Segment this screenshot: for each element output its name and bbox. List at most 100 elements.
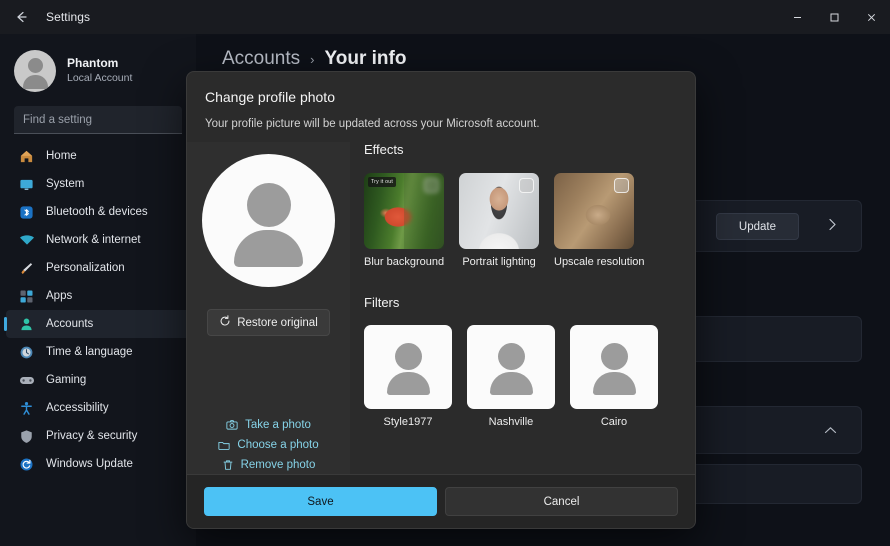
avatar <box>14 50 56 92</box>
settings-window: Settings Phantom Local Account Find a se… <box>0 0 890 546</box>
change-profile-photo-dialog: Change profile photo Your profile pictur… <box>186 71 696 529</box>
maximize-icon[interactable] <box>816 0 853 34</box>
sidebar-item-accounts[interactable]: Accounts <box>4 310 190 338</box>
dialog-footer: Save Cancel <box>187 474 695 528</box>
effect-label: Portrait lighting <box>462 256 536 268</box>
shield-icon <box>18 428 35 445</box>
sidebar-item-accessibility[interactable]: Accessibility <box>6 394 190 422</box>
sidebar-item-personalization[interactable]: Personalization <box>6 254 190 282</box>
effect-label: Upscale resolution <box>554 256 645 268</box>
breadcrumb: Accounts › Your info <box>196 34 890 70</box>
effect-card-blur-background[interactable]: Try it out Blur background <box>364 173 444 268</box>
folder-icon <box>218 439 230 451</box>
effect-checkbox[interactable] <box>519 178 534 193</box>
filter-preview <box>467 325 555 409</box>
breadcrumb-separator: › <box>310 52 315 67</box>
effect-checkbox[interactable] <box>424 178 439 193</box>
sidebar-item-label: Windows Update <box>46 458 133 470</box>
sidebar-item-time-language[interactable]: Time & language <box>6 338 190 366</box>
filter-label: Cairo <box>600 416 628 428</box>
close-icon[interactable] <box>853 0 890 34</box>
breadcrumb-parent[interactable]: Accounts <box>222 48 300 70</box>
filter-preview <box>570 325 658 409</box>
chevron-right-icon[interactable] <box>828 218 837 234</box>
sidebar-item-label: Accessibility <box>46 402 109 414</box>
sidebar-item-label: Network & internet <box>46 234 141 246</box>
effect-checkbox[interactable] <box>614 178 629 193</box>
restore-original-label: Restore original <box>237 316 318 329</box>
sidebar-item-label: Apps <box>46 290 73 302</box>
apps-icon <box>18 288 35 305</box>
save-button[interactable]: Save <box>204 487 437 516</box>
sidebar-nav: Home System Bluetooth & devices Network … <box>0 142 196 478</box>
filters-card-list: Style1977 Nashville Cairo <box>364 325 695 428</box>
title-bar: Settings <box>0 0 890 34</box>
photo-source-links: Take a photo Choose a photo Remove photo <box>187 419 350 474</box>
camera-icon <box>226 419 238 431</box>
effects-heading: Effects <box>364 142 404 157</box>
sidebar-item-label: Accounts <box>46 318 94 330</box>
sidebar-item-windows-update[interactable]: Windows Update <box>6 450 190 478</box>
back-icon[interactable] <box>4 0 38 34</box>
link-label: Take a photo <box>245 419 311 431</box>
cancel-button[interactable]: Cancel <box>445 487 678 516</box>
accessibility-icon <box>18 400 35 417</box>
sidebar-profile[interactable]: Phantom Local Account <box>0 40 196 104</box>
dialog-header: Change profile photo Your profile pictur… <box>187 72 695 130</box>
search-input[interactable] <box>14 106 182 134</box>
sidebar-item-label: Time & language <box>46 346 133 358</box>
choose-a-photo-link[interactable]: Choose a photo <box>218 439 319 451</box>
dialog-subtitle: Your profile picture will be updated acr… <box>205 118 540 130</box>
profile-photo-preview[interactable] <box>202 154 335 287</box>
sidebar: Phantom Local Account Home System <box>0 34 196 546</box>
profile-name: Phantom <box>67 55 119 70</box>
sidebar-item-home[interactable]: Home <box>6 142 190 170</box>
sidebar-item-gaming[interactable]: Gaming <box>6 366 190 394</box>
wifi-icon <box>18 232 35 249</box>
window-controls <box>779 0 890 34</box>
restore-icon <box>219 315 231 330</box>
take-a-photo-link[interactable]: Take a photo <box>226 419 311 431</box>
filter-preview <box>364 325 452 409</box>
profile-account-type: Local Account <box>67 72 133 85</box>
update-icon <box>18 456 35 473</box>
monitor-icon <box>18 176 35 193</box>
remove-photo-link[interactable]: Remove photo <box>222 459 316 471</box>
minimize-icon[interactable] <box>779 0 816 34</box>
brush-icon <box>18 260 35 277</box>
sidebar-item-label: Personalization <box>46 262 125 274</box>
person-icon <box>18 316 35 333</box>
sidebar-item-privacy-security[interactable]: Privacy & security <box>6 422 190 450</box>
sidebar-item-label: Privacy & security <box>46 430 138 442</box>
filter-card-2[interactable]: Nashville <box>467 325 555 428</box>
sidebar-item-label: System <box>46 178 85 190</box>
sidebar-item-bluetooth-devices[interactable]: Bluetooth & devices <box>6 198 190 226</box>
filter-label: Nashville <box>488 416 534 428</box>
chevron-up-icon[interactable] <box>824 426 837 438</box>
sidebar-item-system[interactable]: System <box>6 170 190 198</box>
home-icon <box>18 148 35 165</box>
link-label: Choose a photo <box>237 439 319 451</box>
effects-card-list: Try it out Blur background Portrait ligh… <box>364 173 695 268</box>
page-title: Your info <box>324 48 407 69</box>
bluetooth-icon <box>18 204 35 221</box>
effects-filters-pane: Effects Try it out Blur background Portr… <box>350 142 695 474</box>
effect-label: Blur background <box>364 256 445 268</box>
dialog-body: Restore original Take a photo Choose a p… <box>187 142 695 474</box>
restore-original-button[interactable]: Restore original <box>207 309 330 336</box>
sidebar-item-label: Bluetooth & devices <box>46 206 148 218</box>
filter-card-1[interactable]: Style1977 <box>364 325 452 428</box>
photo-preview-pane: Restore original Take a photo Choose a p… <box>187 142 350 474</box>
effect-card-upscale-resolution[interactable]: Upscale resolution <box>554 173 645 268</box>
filter-card-3[interactable]: Cairo <box>570 325 658 428</box>
effect-card-portrait-lighting[interactable]: Portrait lighting <box>459 173 539 268</box>
sidebar-item-network-internet[interactable]: Network & internet <box>6 226 190 254</box>
flamingo-photo: Try it out <box>364 173 444 249</box>
sidebar-item-apps[interactable]: Apps <box>6 282 190 310</box>
update-button[interactable]: Update <box>715 213 799 240</box>
dialog-title: Change profile photo <box>205 89 335 105</box>
sidebar-item-label: Home <box>46 150 77 162</box>
link-label: Remove photo <box>240 459 316 471</box>
clock-icon <box>18 344 35 361</box>
window-title: Settings <box>46 10 91 24</box>
